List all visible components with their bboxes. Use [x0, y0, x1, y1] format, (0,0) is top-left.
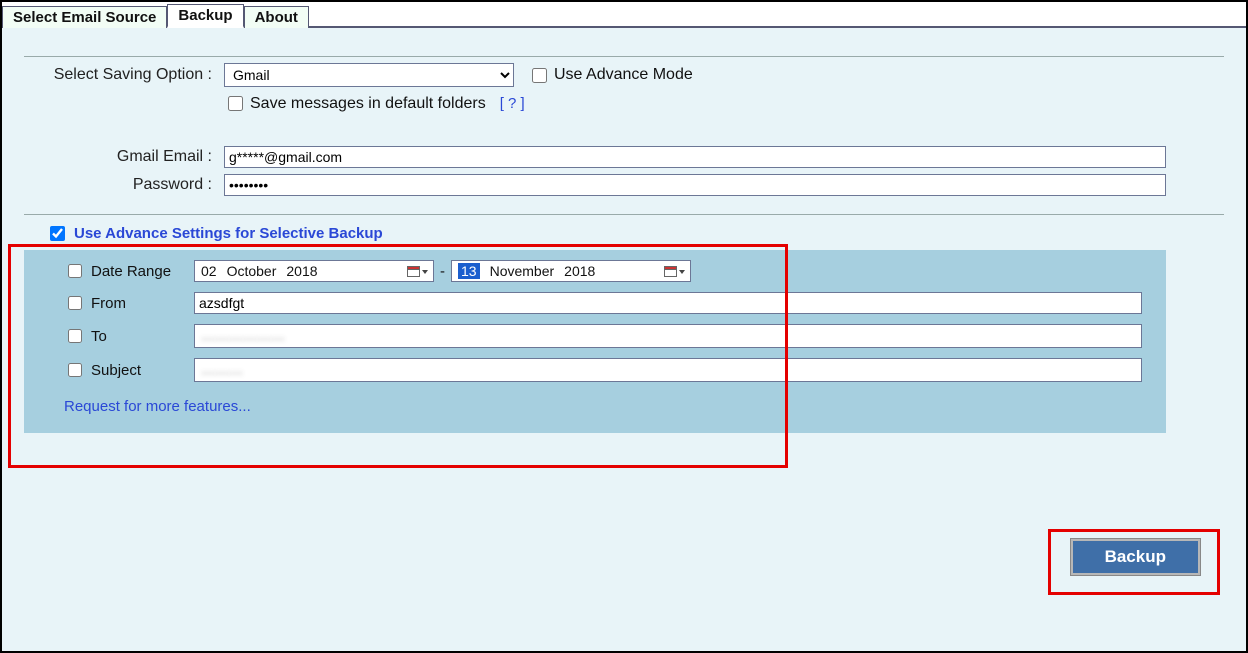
subject-checkbox[interactable]	[68, 363, 82, 377]
date-to-month: November	[490, 263, 555, 279]
date-range-to-picker[interactable]: 13 November 2018	[451, 260, 691, 282]
advance-settings-checkbox-wrap[interactable]: Use Advance Settings for Selective Backu…	[24, 223, 1224, 244]
advance-mode-checkbox-wrap[interactable]: Use Advance Mode	[528, 65, 693, 86]
row-saving-option: Select Saving Option : Gmail Use Advance…	[24, 63, 1224, 87]
gmail-email-input[interactable]	[224, 146, 1166, 168]
tab-select-email-source[interactable]: Select Email Source	[2, 6, 167, 28]
date-from-month: October	[227, 263, 277, 279]
from-checkbox[interactable]	[68, 296, 82, 310]
date-from-day: 02	[201, 263, 217, 279]
from-checkbox-wrap[interactable]: From	[64, 293, 194, 313]
row-gmail-email: Gmail Email :	[24, 146, 1224, 168]
advance-settings-panel: Date Range 02 October 2018 -	[24, 250, 1166, 433]
date-range-label: Date Range	[91, 263, 171, 280]
date-range-dash: -	[440, 263, 445, 280]
date-to-year: 2018	[564, 263, 595, 279]
from-input[interactable]	[194, 292, 1142, 314]
advance-mode-label: Use Advance Mode	[554, 66, 693, 84]
gmail-email-label: Gmail Email :	[24, 148, 224, 166]
date-to-day: 13	[458, 263, 480, 279]
date-from-year: 2018	[286, 263, 317, 279]
tab-strip: Select Email Source Backup About	[2, 2, 1246, 28]
divider	[24, 214, 1224, 215]
request-features-link[interactable]: Request for more features...	[64, 398, 251, 415]
advance-settings-section: Use Advance Settings for Selective Backu…	[24, 223, 1224, 433]
advance-settings-checkbox[interactable]	[50, 226, 65, 241]
row-subject: Subject ………	[64, 358, 1152, 382]
row-default-folders: Save messages in default folders [ ? ]	[24, 93, 1224, 114]
tab-about[interactable]: About	[244, 6, 309, 28]
calendar-dropdown-icon[interactable]	[664, 265, 686, 278]
app-window: Select Email Source Backup About Select …	[0, 0, 1248, 653]
advance-mode-checkbox[interactable]	[532, 68, 547, 83]
tab-backup[interactable]: Backup	[167, 4, 243, 28]
password-label: Password :	[24, 176, 224, 194]
row-date-range: Date Range 02 October 2018 -	[64, 260, 1152, 282]
date-range-checkbox-wrap[interactable]: Date Range	[64, 261, 194, 281]
date-range-from-picker[interactable]: 02 October 2018	[194, 260, 434, 282]
saving-option-select[interactable]: Gmail	[224, 63, 514, 87]
calendar-dropdown-icon[interactable]	[407, 265, 429, 278]
to-label: To	[91, 328, 107, 345]
from-label: From	[91, 295, 126, 312]
subject-input[interactable]: ………	[194, 358, 1142, 382]
row-password: Password :	[24, 174, 1224, 196]
password-input[interactable]	[224, 174, 1166, 196]
date-range-checkbox[interactable]	[68, 264, 82, 278]
subject-label: Subject	[91, 362, 141, 379]
default-folders-label: Save messages in default folders	[250, 95, 486, 113]
help-link[interactable]: [ ? ]	[500, 95, 525, 112]
to-checkbox[interactable]	[68, 329, 82, 343]
row-from: From	[64, 292, 1152, 314]
backup-button-wrap: Backup	[1071, 539, 1200, 575]
subject-checkbox-wrap[interactable]: Subject	[64, 360, 194, 380]
to-input[interactable]: ………………	[194, 324, 1142, 348]
saving-option-label: Select Saving Option :	[24, 66, 224, 84]
default-folders-checkbox-wrap[interactable]: Save messages in default folders	[224, 93, 486, 114]
tab-content-backup: Select Saving Option : Gmail Use Advance…	[2, 28, 1246, 651]
row-to: To ………………	[64, 324, 1152, 348]
backup-button[interactable]: Backup	[1071, 539, 1200, 575]
to-checkbox-wrap[interactable]: To	[64, 326, 194, 346]
default-folders-checkbox[interactable]	[228, 96, 243, 111]
advance-settings-header: Use Advance Settings for Selective Backu…	[74, 225, 383, 242]
divider	[24, 56, 1224, 57]
